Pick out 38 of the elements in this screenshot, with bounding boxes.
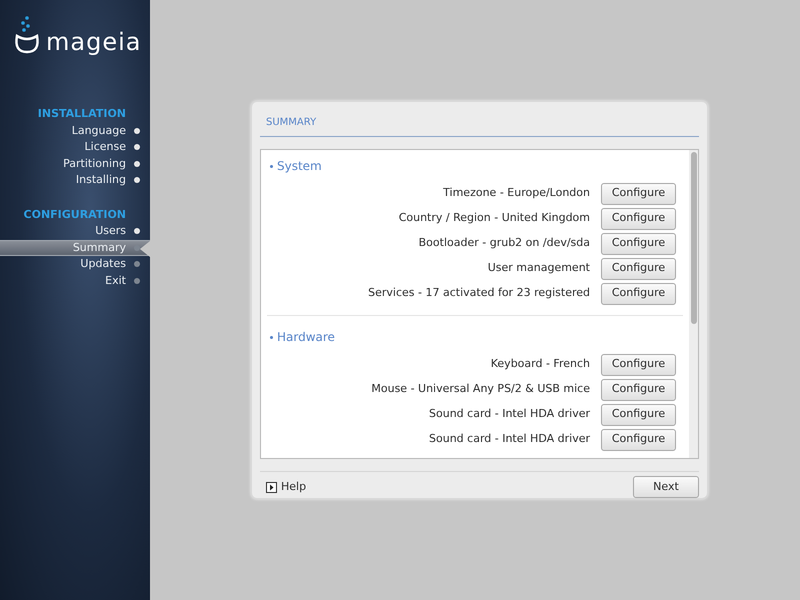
sidebar-step: Updates <box>0 256 150 272</box>
group-heading: System <box>277 158 322 175</box>
logo-text: mageia <box>46 30 142 54</box>
sidebar-step: Exit <box>0 272 150 289</box>
setting-label: Keyboard - French <box>490 356 590 372</box>
setting-label: Services - 17 activated for 23 registered <box>368 285 590 302</box>
bullet-icon <box>270 336 273 338</box>
setting-label: Mouse - Universal Any PS/2 & USB mice <box>371 381 590 398</box>
group-heading: Hardware <box>277 329 335 346</box>
configure-button[interactable]: Configure <box>601 182 676 204</box>
sidebar-step: Partitioning <box>0 156 150 172</box>
setting-label: Country / Region - United Kingdom <box>398 210 590 226</box>
next-button[interactable]: Next <box>633 476 699 498</box>
configure-button[interactable]: Configure <box>601 232 676 254</box>
sidebar-step: Language <box>0 122 150 139</box>
setting-label: Bootloader - grub2 on /dev/sda <box>418 235 590 252</box>
configure-button[interactable]: Configure <box>601 378 676 400</box>
bullet-icon <box>270 164 273 168</box>
cauldron-logo-icon <box>14 15 40 55</box>
configure-button[interactable]: Configure <box>601 354 676 376</box>
setting-label: Timezone - Europe/London <box>443 185 590 202</box>
sidebar-step: Summary <box>0 240 150 256</box>
configure-button[interactable]: Configure <box>601 282 676 304</box>
configure-button[interactable]: Configure <box>601 208 676 230</box>
sidebar-step: Users <box>0 223 150 240</box>
setting-label: User management <box>488 260 590 276</box>
setting-label: Sound card - Intel HDA driver <box>429 406 590 422</box>
sidebar-step: License <box>0 139 150 156</box>
sidebar-section-title: INSTALLATION <box>36 106 127 122</box>
sidebar-step: Installing <box>0 172 150 188</box>
configure-button[interactable]: Configure <box>601 428 676 450</box>
configure-button[interactable]: Configure <box>601 258 676 280</box>
play-icon <box>266 482 277 492</box>
sidebar-section-title: CONFIGURATION <box>22 206 127 222</box>
dialog-title: SUMMARY <box>266 117 316 128</box>
configure-button[interactable]: Configure <box>601 404 676 426</box>
help-button[interactable]: Help <box>266 478 306 496</box>
setting-label: Sound card - Intel HDA driver <box>429 431 590 448</box>
